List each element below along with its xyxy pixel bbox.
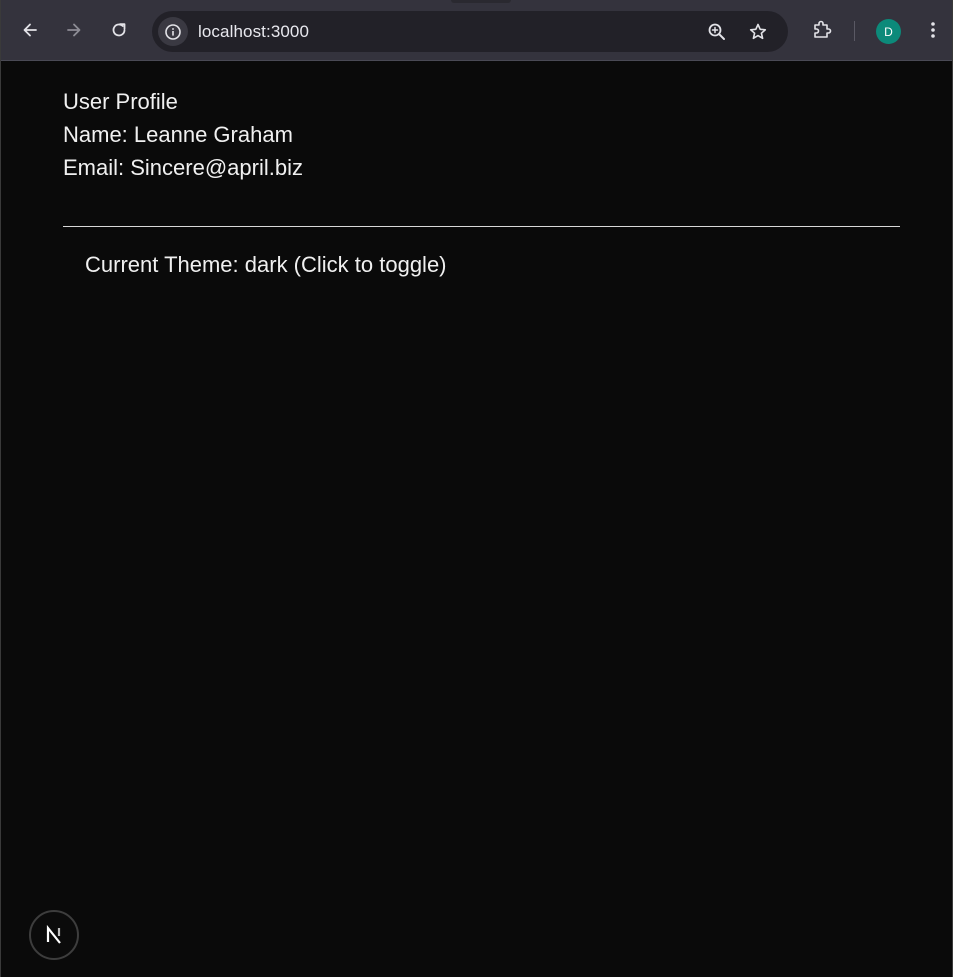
zoom-in-icon — [708, 23, 725, 40]
star-icon — [749, 23, 767, 40]
profile-email: Email: Sincere@april.biz — [63, 155, 303, 180]
page-content: User Profile Name: Leanne Graham Email: … — [1, 61, 952, 977]
browser-toolbar: localhost:3000 D — [1, 0, 952, 61]
arrow-right-icon — [67, 23, 81, 37]
kebab-menu-icon — [931, 22, 935, 38]
extensions-button[interactable] — [807, 15, 837, 45]
profile-avatar[interactable]: D — [876, 19, 901, 44]
reload-button[interactable] — [104, 15, 134, 45]
nextjs-logo-icon — [46, 924, 61, 944]
browser-menu-button[interactable] — [918, 15, 948, 45]
theme-toggle-button[interactable]: Current Theme: dark (Click to toggle) — [85, 250, 447, 280]
url-text[interactable]: localhost:3000 — [198, 22, 309, 42]
back-button[interactable] — [15, 15, 45, 45]
profile-name: Name: Leanne Graham — [63, 122, 293, 147]
zoom-button[interactable] — [706, 21, 728, 43]
puzzle-icon — [814, 20, 832, 38]
browser-window: localhost:3000 D User Profile Name: Lean… — [0, 0, 953, 977]
tab-edge — [451, 0, 511, 3]
forward-button[interactable] — [59, 15, 89, 45]
arrow-left-icon — [23, 23, 37, 37]
horizontal-rule — [63, 226, 900, 227]
toolbar-divider — [854, 21, 855, 41]
site-info-button[interactable] — [158, 17, 188, 46]
address-bar[interactable]: localhost:3000 — [152, 11, 788, 52]
profile-heading: User Profile — [63, 89, 178, 114]
user-profile: User Profile Name: Leanne Graham Email: … — [63, 85, 303, 184]
reload-icon — [112, 23, 126, 37]
info-icon — [165, 23, 181, 40]
bookmark-button[interactable] — [747, 21, 769, 43]
nextjs-dev-tools-button[interactable] — [29, 910, 79, 960]
